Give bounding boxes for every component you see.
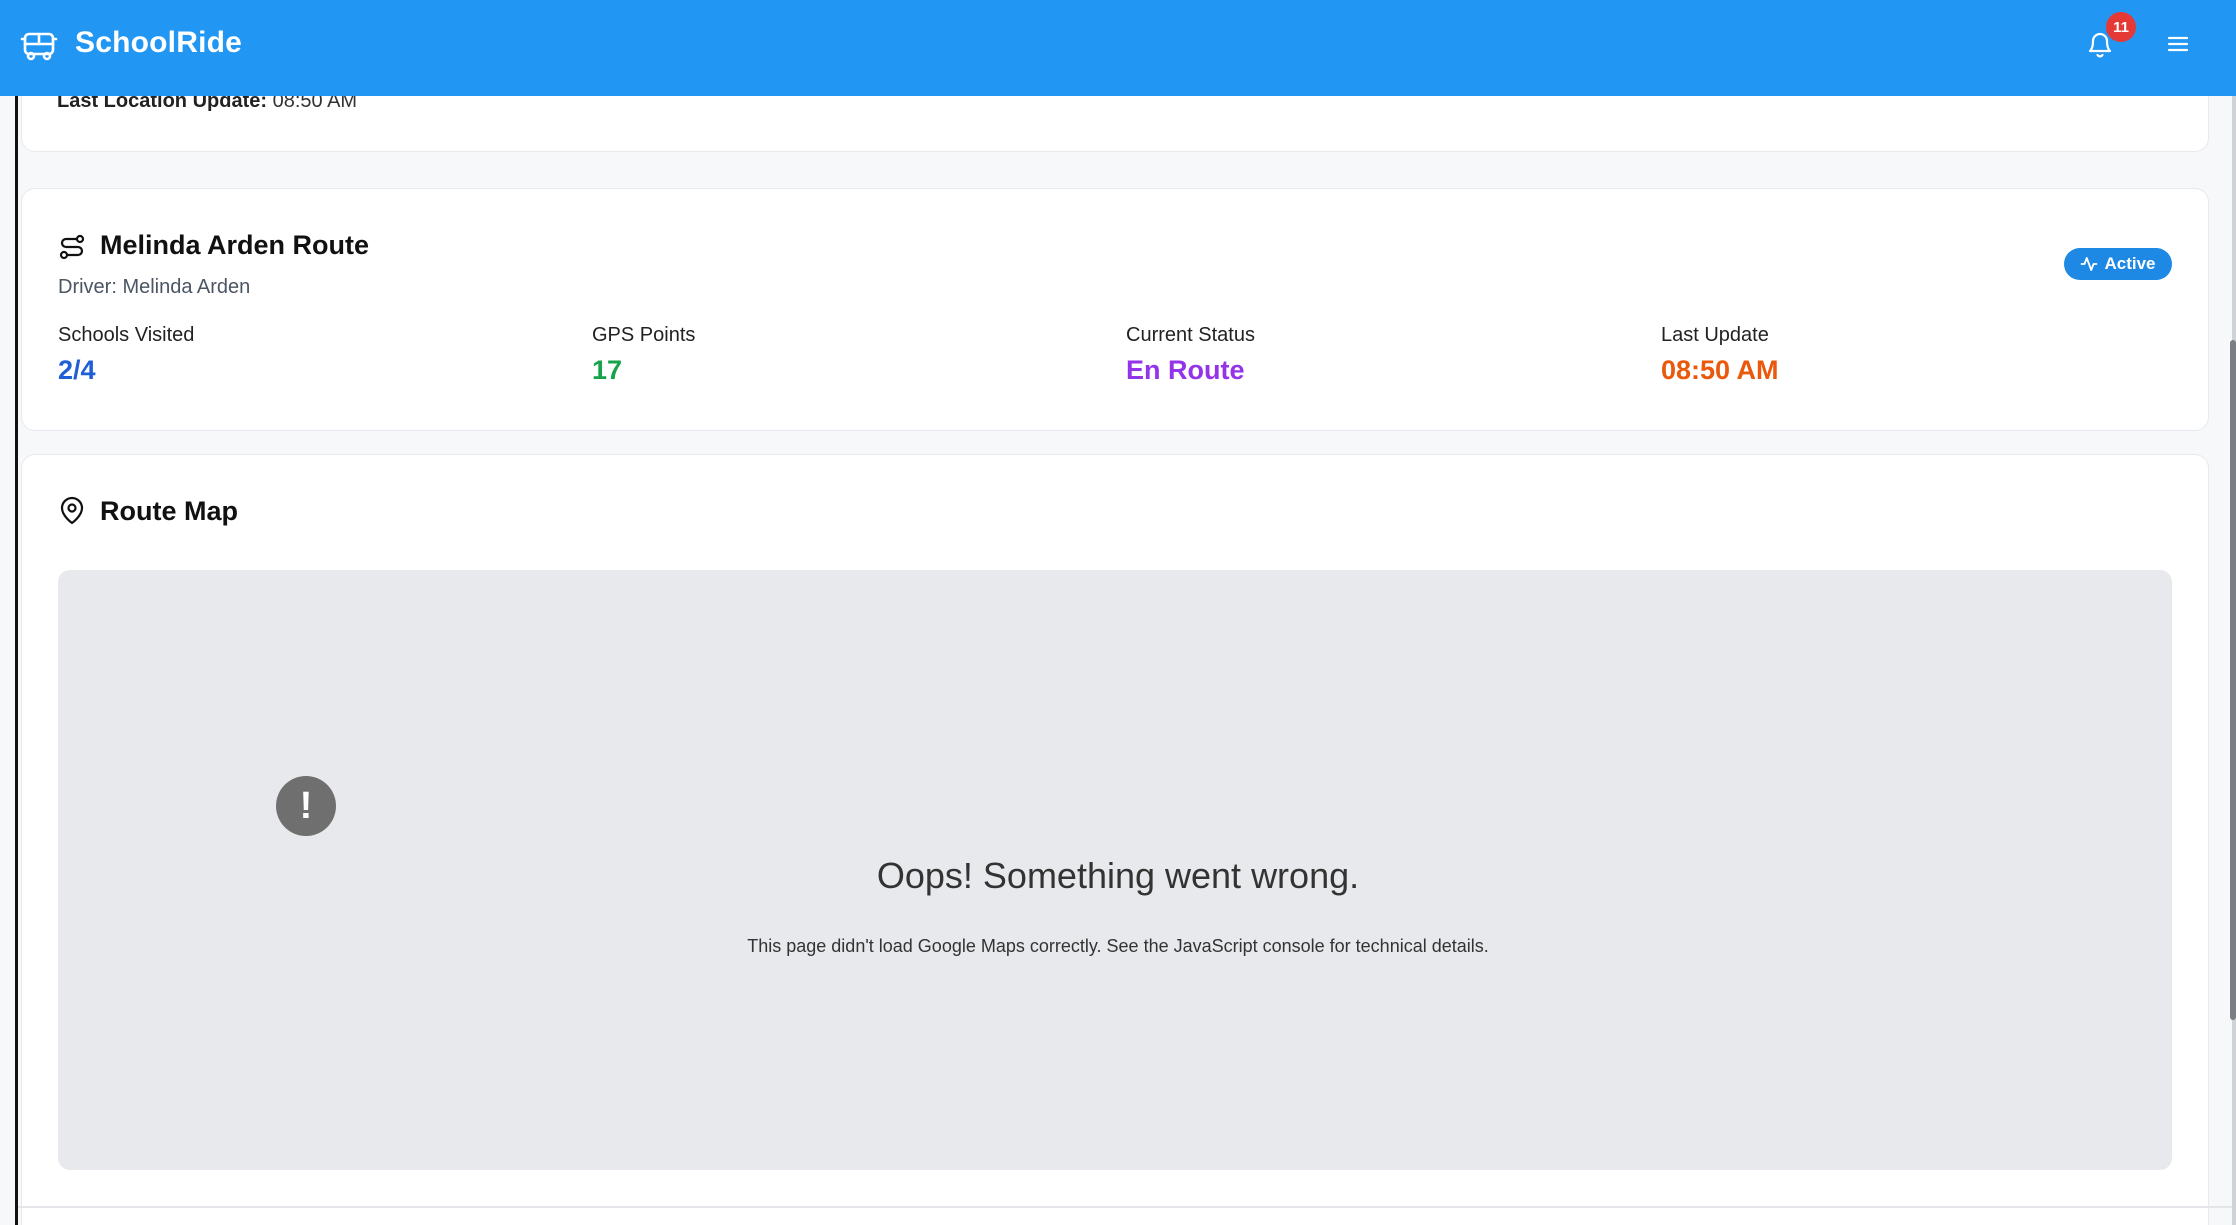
stat-label-gps: GPS Points [592,324,696,346]
stat-label-schools: Schools Visited [58,324,195,346]
stat-label-status: Current Status [1126,324,1255,346]
stat-label-last-update: Last Update [1661,324,1769,346]
stat-value-schools: 2/4 [58,355,96,385]
map-error-title: Oops! Something went wrong. [876,855,1360,896]
page: Last Location Update: 08:50 AM Melinda A… [0,0,2236,1225]
scrollbar-thumb[interactable] [2230,340,2236,1020]
menu-icon[interactable] [2166,34,2190,54]
stat-value-status: En Route [1126,355,1245,385]
route-icon [59,234,85,260]
driver-name: Driver: Melinda Arden [58,276,251,298]
status-badge-label: Active [2104,254,2156,273]
status-badge: Active [2064,248,2172,280]
map-pin-icon [60,496,84,525]
route-card [21,188,2209,431]
stat-value-gps: 17 [592,355,623,385]
stat-value-last-update: 08:50 AM [1661,355,1779,385]
activity-icon [2081,257,2098,271]
frame-border-left [15,0,18,1225]
app-bar: SchoolRide 11 [0,0,2236,96]
map-error-text: This page didn't load Google Maps correc… [747,936,1489,956]
error-icon: ! [276,776,336,836]
route-title: Melinda Arden Route [100,230,370,260]
divider [18,1206,2232,1208]
notification-badge: 11 [2106,12,2136,42]
app-brand[interactable]: SchoolRide [75,26,242,60]
bus-icon [20,32,58,61]
map-title: Route Map [100,496,238,526]
